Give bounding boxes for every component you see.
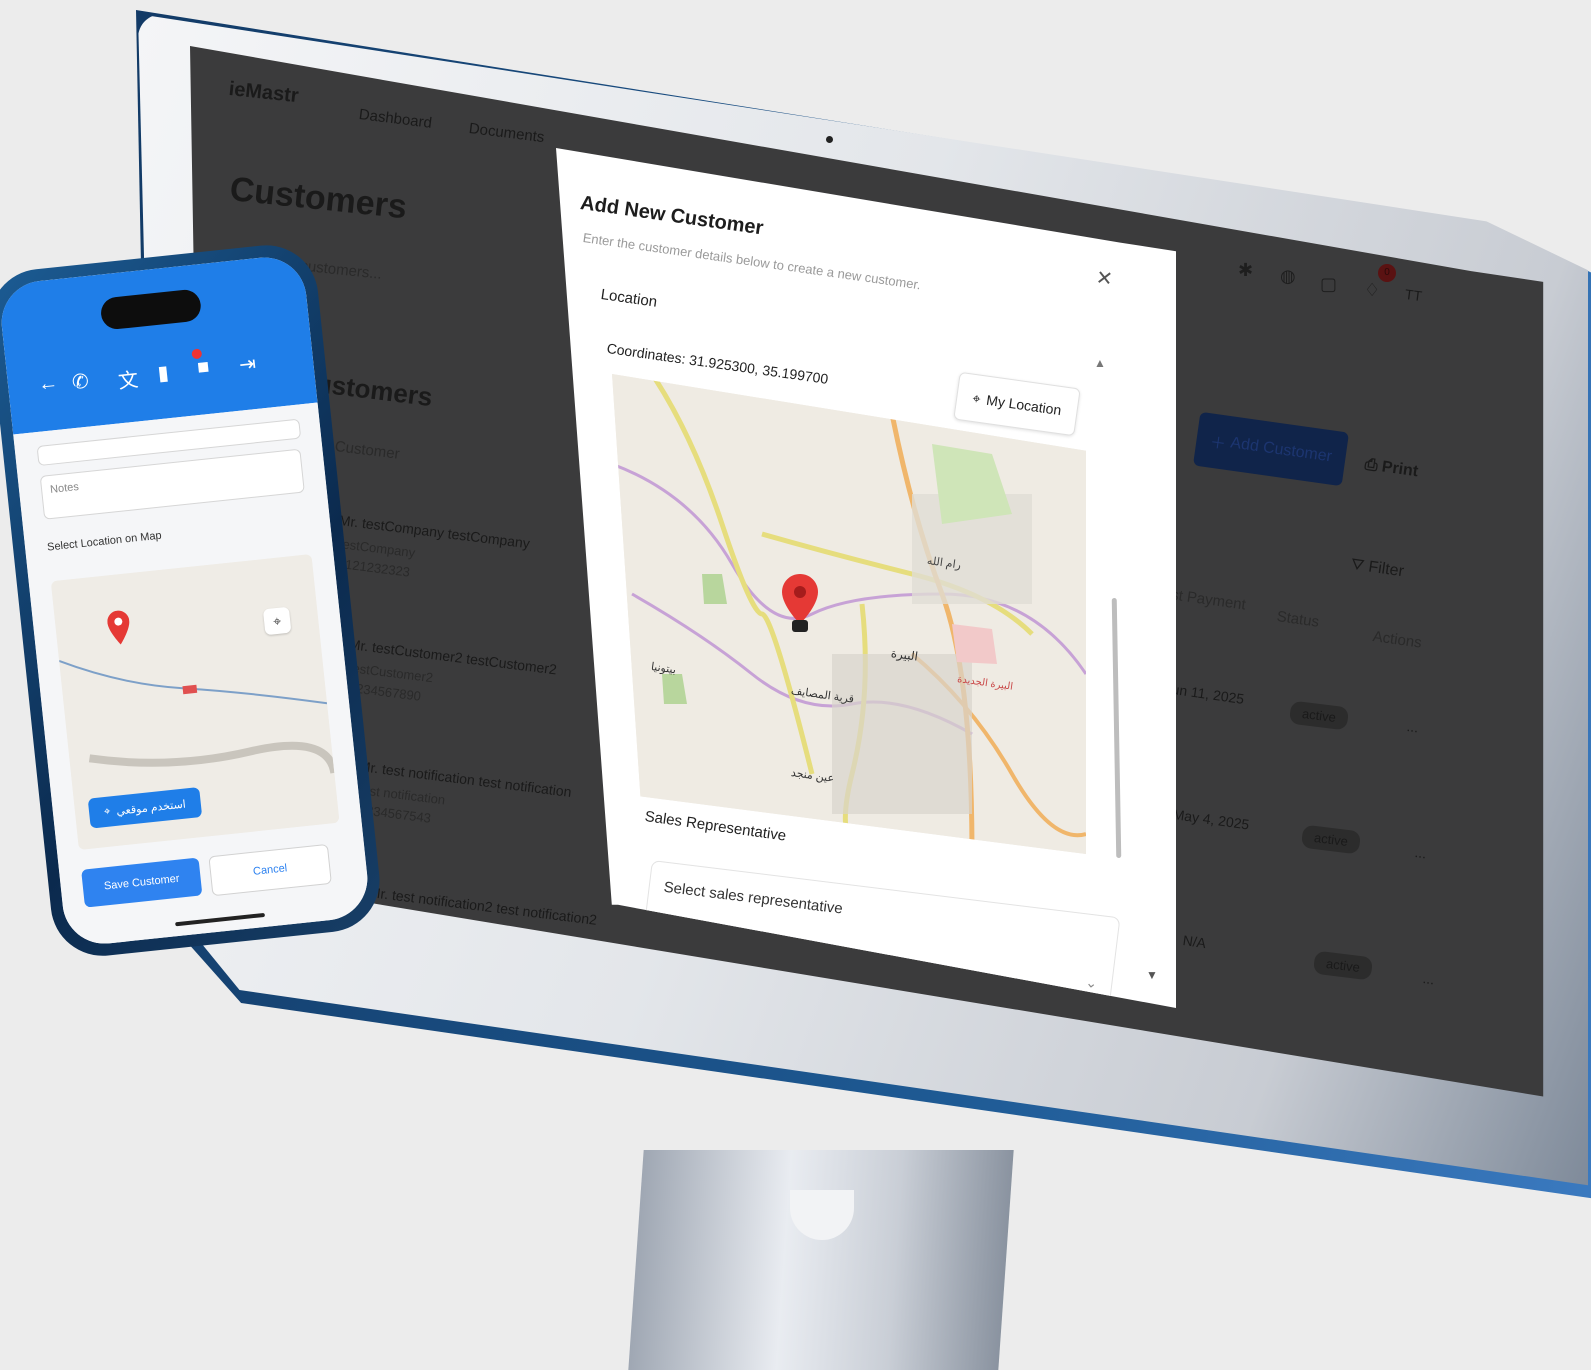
filter-label: Filter	[1367, 558, 1405, 581]
print-button[interactable]: ⎙ Print	[1363, 456, 1420, 481]
chevron-down-icon: ⌄	[1084, 973, 1099, 992]
sales-rep-label: Sales Representative	[643, 808, 788, 845]
phone-call-icon[interactable]: ✆	[71, 368, 90, 395]
status-badge: active	[1312, 950, 1374, 981]
my-location-label: My Location	[985, 391, 1063, 419]
map-tiles	[612, 374, 1086, 854]
location-icon: ⌖	[103, 804, 111, 818]
column-status: Status	[1275, 608, 1321, 631]
actions-menu[interactable]: ...	[1406, 718, 1420, 735]
modal-subtitle: Enter the customer details below to crea…	[581, 230, 922, 293]
page-title: Customers	[228, 170, 409, 227]
add-customer-button[interactable]: ＋ Add Customer	[1192, 411, 1350, 487]
actions-menu[interactable]: ...	[1414, 844, 1428, 861]
map-label: Select Location on Map	[46, 529, 163, 554]
modal-scrollbar[interactable]	[1111, 597, 1122, 859]
locate-icon[interactable]: ⌖	[262, 606, 292, 636]
actions-menu[interactable]: ...	[1422, 970, 1436, 987]
bell-icon[interactable]: ♢	[1364, 280, 1380, 301]
scroll-up-icon[interactable]: ▲	[1094, 356, 1106, 370]
dynamic-island	[99, 288, 203, 331]
document-icon[interactable]: ■	[196, 356, 210, 380]
last-payment-cell: N/A	[1181, 932, 1208, 952]
map[interactable]: رام الله البيرة بيتونيا قرية المصايف الب…	[612, 374, 1086, 854]
logout-icon[interactable]: ⇥	[238, 351, 257, 378]
nav-documents[interactable]: Documents	[468, 120, 545, 146]
close-icon[interactable]: ✕	[1095, 265, 1115, 292]
map-marker-icon[interactable]	[106, 609, 132, 650]
print-label: Print	[1380, 458, 1420, 481]
camera-dot	[826, 136, 833, 143]
app-logo[interactable]: ieMastr	[228, 78, 300, 108]
crosshair-icon: ⌖	[971, 389, 982, 407]
back-arrow-icon[interactable]: ←	[37, 372, 59, 397]
add-customer-modal: Add New Customer Enter the customer deta…	[556, 148, 1176, 1008]
translate-icon[interactable]: 文	[117, 363, 140, 394]
use-my-location-label: استخدم موقعي	[115, 798, 187, 818]
avatar[interactable]: TT	[1404, 286, 1423, 304]
settings-icon[interactable]: ✱	[1238, 260, 1253, 281]
globe-icon[interactable]: ◍	[1280, 266, 1296, 287]
scroll-down-icon[interactable]: ▼	[1146, 968, 1158, 982]
last-payment-cell: May 4, 2025	[1171, 806, 1251, 833]
sales-rep-placeholder: Select sales representative	[662, 878, 844, 918]
status-badge: active	[1288, 700, 1350, 731]
chat-icon[interactable]: ▢	[1320, 274, 1337, 295]
notification-badge: 0	[1378, 264, 1396, 282]
my-location-button[interactable]: ⌖ My Location	[953, 371, 1081, 437]
filter-button[interactable]: ⛛ Filter	[1349, 556, 1405, 581]
column-actions: Actions	[1371, 628, 1423, 652]
status-badge: active	[1300, 824, 1362, 855]
bell-icon[interactable]: ▮	[156, 360, 170, 386]
location-label: Location	[599, 286, 659, 311]
nav-dashboard[interactable]: Dashboard	[358, 106, 433, 132]
add-customer-label: Add Customer	[1229, 434, 1334, 466]
